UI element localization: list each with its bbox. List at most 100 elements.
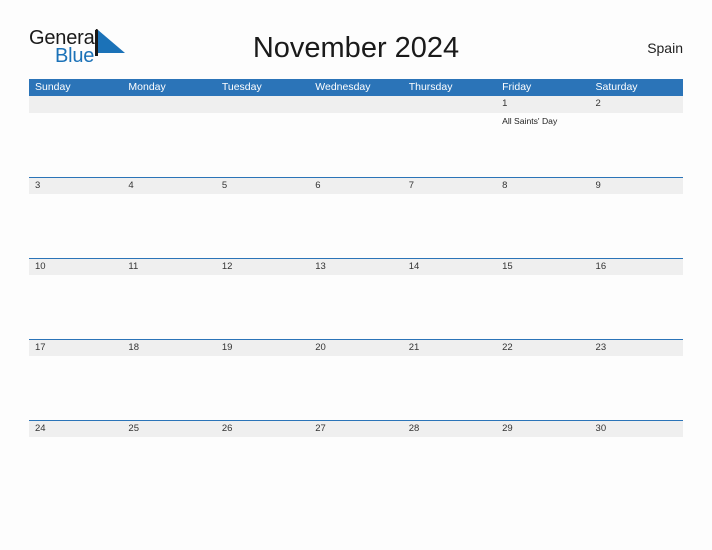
day-number[interactable]: 1 [496, 96, 589, 113]
day-cell[interactable] [122, 275, 215, 339]
day-cell [29, 113, 122, 177]
day-number[interactable]: 15 [496, 259, 589, 275]
week-date-band: 24 25 26 27 28 29 30 [29, 420, 683, 437]
weekday-header-saturday: Saturday [595, 81, 638, 93]
day-number[interactable]: 9 [590, 178, 683, 194]
day-cell[interactable] [496, 194, 589, 258]
day-number[interactable]: 11 [122, 259, 215, 275]
day-cell[interactable] [309, 275, 402, 339]
day-cell[interactable] [29, 194, 122, 258]
day-cell[interactable] [309, 356, 402, 420]
week-body [29, 194, 683, 258]
day-number[interactable]: 18 [122, 340, 215, 356]
day-cell[interactable] [590, 113, 683, 177]
day-number[interactable]: 22 [496, 340, 589, 356]
weekday-header-row: Sunday Monday Tuesday Wednesday Thursday… [29, 79, 683, 96]
day-cell[interactable] [403, 356, 496, 420]
day-cell[interactable] [29, 356, 122, 420]
day-cell[interactable] [403, 437, 496, 501]
day-cell[interactable] [403, 275, 496, 339]
week-date-band: 17 18 19 20 21 22 23 [29, 339, 683, 356]
day-number[interactable]: 3 [29, 178, 122, 194]
day-number-empty [309, 96, 402, 113]
week-body: All Saints' Day [29, 113, 683, 177]
day-number[interactable]: 16 [590, 259, 683, 275]
calendar-week-row: 3456789 [29, 177, 683, 258]
day-number[interactable]: 21 [403, 340, 496, 356]
calendar-weeks: 1 2 All Saints' Day 3 4 5 6 7 8 9 10 11 12 13 14 15 16 17… [29, 96, 683, 501]
calendar-week-row: 17 18 19 20 21 22 23 [29, 339, 683, 420]
day-number[interactable]: 17 [29, 340, 122, 356]
week-date-band: 3456789 [29, 177, 683, 194]
day-cell[interactable] [122, 194, 215, 258]
weekday-header-sunday: Sunday [35, 81, 71, 93]
day-number[interactable]: 13 [309, 259, 402, 275]
day-number[interactable]: 19 [216, 340, 309, 356]
day-number[interactable]: 10 [29, 259, 122, 275]
weekday-header-tuesday: Tuesday [221, 81, 262, 93]
day-cell[interactable] [216, 194, 309, 258]
day-cell[interactable] [216, 275, 309, 339]
day-cell[interactable] [590, 437, 683, 501]
day-cell[interactable] [122, 356, 215, 420]
page-title: November 2024 [252, 32, 460, 64]
weekday-header-wednesday: Wednesday [315, 81, 371, 93]
calendar-week-row: 24 25 26 27 28 29 30 [29, 420, 683, 501]
day-cell[interactable] [309, 194, 402, 258]
day-cell[interactable] [122, 437, 215, 501]
day-number[interactable]: 24 [29, 421, 122, 437]
week-body [29, 356, 683, 420]
day-number[interactable]: 27 [309, 421, 402, 437]
holiday-label: All Saints' Day [502, 116, 558, 126]
day-cell[interactable] [403, 194, 496, 258]
day-cell[interactable] [590, 194, 683, 258]
day-number[interactable]: 29 [496, 421, 589, 437]
day-number-empty [216, 96, 309, 113]
week-body [29, 437, 683, 501]
day-number[interactable]: 23 [590, 340, 683, 356]
day-number[interactable]: 8 [496, 178, 589, 194]
day-cell[interactable] [496, 275, 589, 339]
day-cell[interactable] [29, 437, 122, 501]
day-cell[interactable] [216, 437, 309, 501]
weekday-header-thursday: Thursday [408, 81, 453, 93]
day-cell[interactable] [590, 275, 683, 339]
region-label: Spain [647, 40, 683, 56]
day-number[interactable]: 12 [216, 259, 309, 275]
day-cell[interactable] [309, 437, 402, 501]
day-number[interactable]: 14 [403, 259, 496, 275]
day-cell [309, 113, 402, 177]
page-header: General Blue November 2024 Spain [29, 26, 683, 72]
calendar-grid: Sunday Monday Tuesday Wednesday Thursday… [29, 79, 683, 501]
day-number[interactable]: 28 [403, 421, 496, 437]
day-cell [403, 113, 496, 177]
day-cell[interactable] [29, 275, 122, 339]
day-number[interactable]: 6 [309, 178, 402, 194]
day-number[interactable]: 20 [309, 340, 402, 356]
day-cell[interactable] [496, 437, 589, 501]
calendar-page: General Blue November 2024 Spain Sunday … [0, 0, 712, 550]
day-cell[interactable] [496, 356, 589, 420]
day-number[interactable]: 5 [216, 178, 309, 194]
day-number[interactable]: 2 [590, 96, 683, 113]
calendar-week-row: 1 2 All Saints' Day [29, 96, 683, 177]
day-cell[interactable] [590, 356, 683, 420]
week-body [29, 275, 683, 339]
day-number-empty [403, 96, 496, 113]
day-cell [216, 113, 309, 177]
day-number[interactable]: 4 [122, 178, 215, 194]
weekday-header-friday: Friday [502, 81, 532, 93]
day-cell[interactable]: All Saints' Day [496, 113, 589, 177]
day-number-empty [122, 96, 215, 113]
day-number-empty [29, 96, 122, 113]
week-date-band: 10 11 12 13 14 15 16 [29, 258, 683, 275]
day-cell [122, 113, 215, 177]
day-number[interactable]: 26 [216, 421, 309, 437]
day-number[interactable]: 7 [403, 178, 496, 194]
day-number[interactable]: 25 [122, 421, 215, 437]
day-cell[interactable] [216, 356, 309, 420]
weekday-header-monday: Monday [128, 81, 166, 93]
calendar-week-row: 10 11 12 13 14 15 16 [29, 258, 683, 339]
day-number[interactable]: 30 [590, 421, 683, 437]
week-date-band: 12 [29, 96, 683, 113]
